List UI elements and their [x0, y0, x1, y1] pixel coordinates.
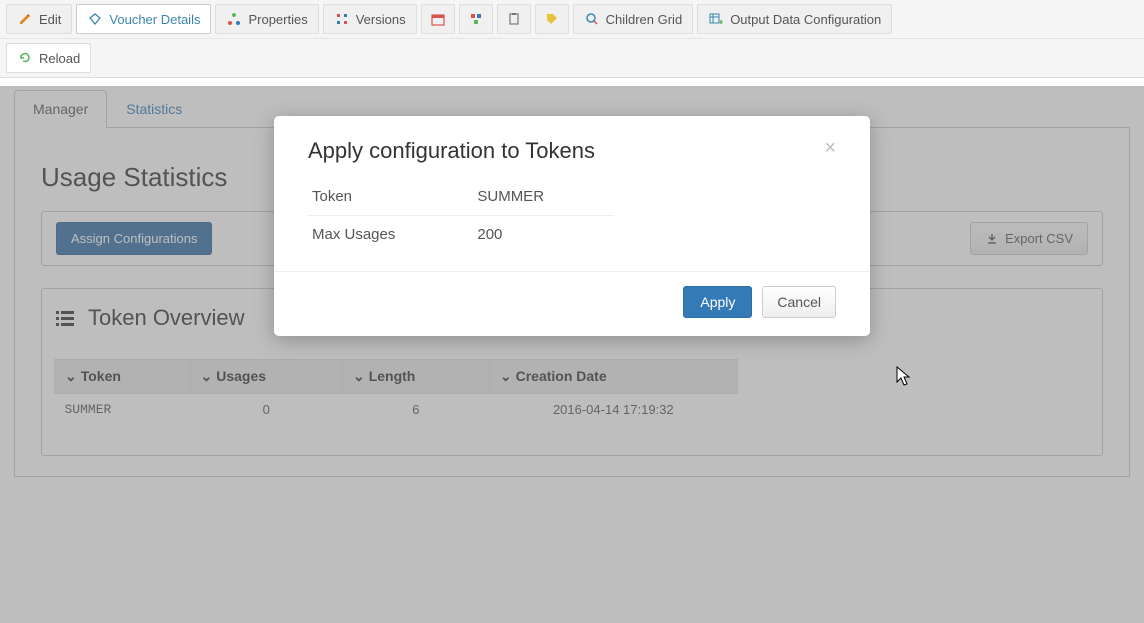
- reload-label: Reload: [39, 51, 80, 66]
- apply-button[interactable]: Apply: [683, 286, 752, 318]
- tab-edit[interactable]: Edit: [6, 4, 72, 34]
- blocks-icon: [468, 11, 484, 27]
- clipboard-icon: [506, 11, 522, 27]
- modal-field-label: Max Usages: [308, 216, 473, 254]
- tag-icon: [544, 11, 560, 27]
- tab-label: Children Grid: [606, 12, 683, 27]
- diamond-icon: [87, 11, 103, 27]
- modal-row-max-usages: Max Usages 200: [308, 216, 614, 254]
- apply-config-modal: Apply configuration to Tokens × Token SU…: [274, 116, 870, 336]
- tab-properties[interactable]: Properties: [215, 4, 318, 34]
- tab-label: Properties: [248, 12, 307, 27]
- tab-label: Voucher Details: [109, 12, 200, 27]
- main-toolbar: Edit Voucher Details Properties Versions: [0, 0, 1144, 78]
- search-icon: [584, 11, 600, 27]
- tab-tag[interactable]: [535, 4, 569, 34]
- calendar-icon: [430, 11, 446, 27]
- modal-close-button[interactable]: ×: [824, 138, 836, 158]
- reload-button[interactable]: Reload: [6, 43, 91, 73]
- modal-field-value: SUMMER: [473, 178, 614, 216]
- tab-label: Versions: [356, 12, 406, 27]
- tab-calendar[interactable]: [421, 4, 455, 34]
- reload-icon: [17, 50, 33, 66]
- cancel-button[interactable]: Cancel: [762, 286, 836, 318]
- tab-children-grid[interactable]: Children Grid: [573, 4, 694, 34]
- tab-clipboard[interactable]: [497, 4, 531, 34]
- tab-label: Output Data Configuration: [730, 12, 881, 27]
- grid-dots-icon: [334, 11, 350, 27]
- modal-field-label: Token: [308, 178, 473, 216]
- tab-output-data-config[interactable]: Output Data Configuration: [697, 4, 892, 34]
- tab-versions[interactable]: Versions: [323, 4, 417, 34]
- tab-label: Edit: [39, 12, 61, 27]
- table-export-icon: [708, 11, 724, 27]
- modal-fields: Token SUMMER Max Usages 200: [308, 178, 614, 253]
- pencil-icon: [17, 11, 33, 27]
- tab-voucher-details[interactable]: Voucher Details: [76, 4, 211, 34]
- modal-field-value: 200: [473, 216, 614, 254]
- nodes-icon: [226, 11, 242, 27]
- tab-blocks[interactable]: [459, 4, 493, 34]
- modal-row-token: Token SUMMER: [308, 178, 614, 216]
- modal-title: Apply configuration to Tokens: [308, 138, 595, 164]
